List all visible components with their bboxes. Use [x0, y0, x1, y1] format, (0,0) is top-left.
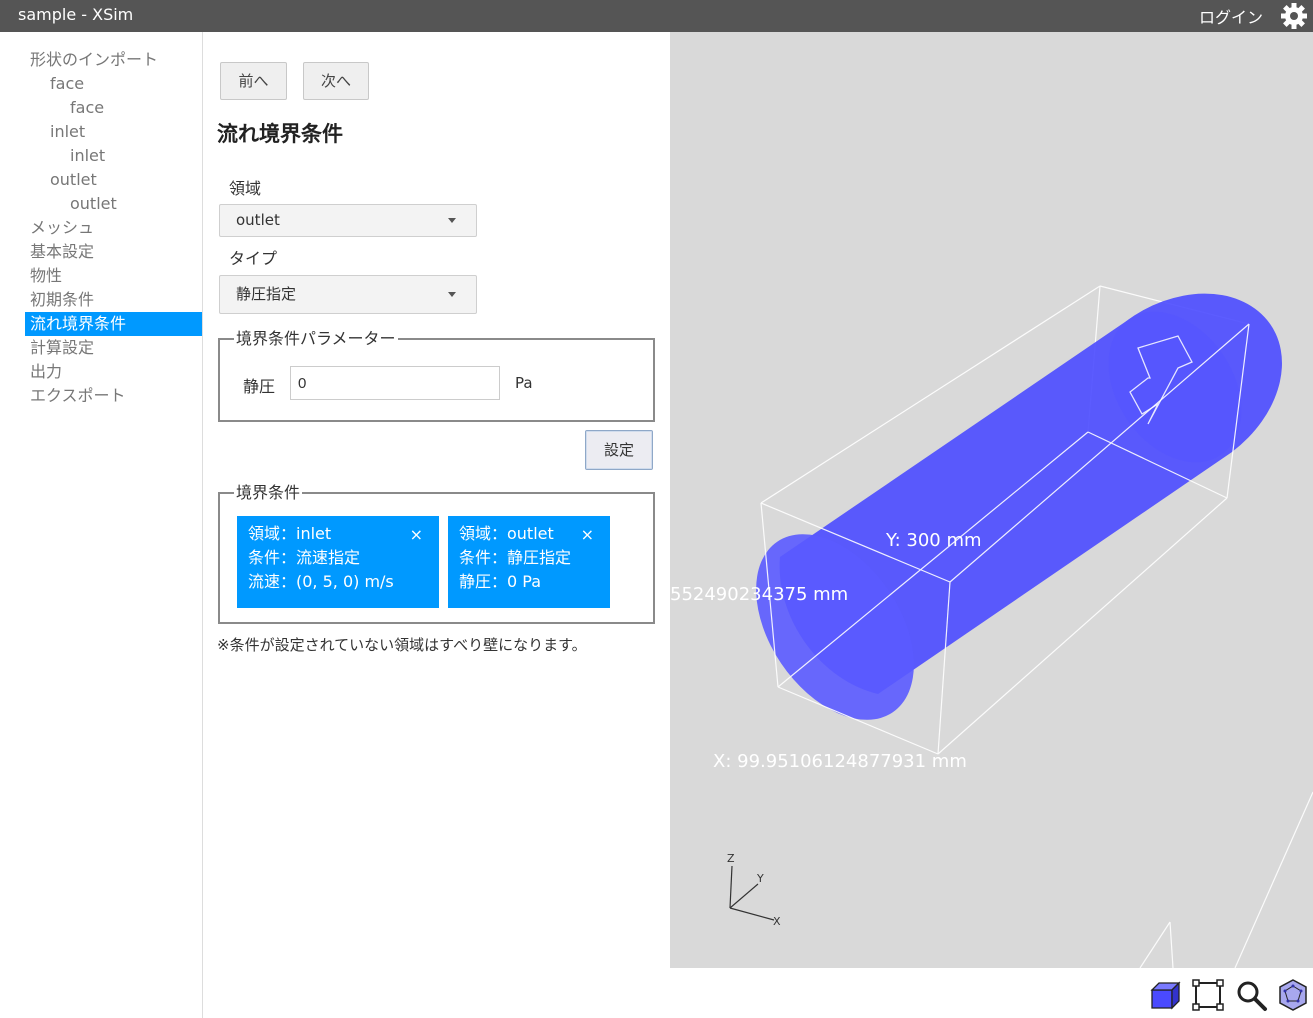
app-title: sample - XSim	[18, 5, 134, 24]
close-icon[interactable]: ×	[581, 523, 594, 547]
card-condition: 条件：静圧指定	[459, 548, 572, 567]
conditions-legend: 境界条件	[234, 483, 303, 503]
pressure-input[interactable]	[290, 366, 500, 400]
sidebar-item-inlet-group[interactable]: inlet	[25, 120, 202, 144]
sidebar-item-outlet[interactable]: outlet	[25, 192, 202, 216]
condition-card-inlet[interactable]: 領域：inlet 条件：流速指定 流速：(0, 5, 0) m/s ×	[237, 516, 439, 608]
sidebar-item-calc-settings[interactable]: 計算設定	[25, 336, 202, 360]
region-label: 領域	[229, 179, 262, 198]
x-dimension-label: X: 99.95106124877931 mm	[713, 751, 967, 772]
card-value: 静圧：0 Pa	[459, 572, 542, 591]
axis-y-label: Y	[756, 872, 764, 885]
note-text: ※条件が設定されていない領域はすべり壁になります。	[217, 636, 587, 654]
z-dimension-label: 552490234375 mm	[670, 584, 848, 605]
sidebar-item-shape-import[interactable]: 形状のインポート	[25, 48, 202, 72]
fit-view-icon[interactable]	[1191, 978, 1225, 1012]
type-label: タイプ	[229, 249, 278, 268]
sidebar-item-export[interactable]: エクスポート	[25, 384, 202, 408]
sidebar-item-basic-settings[interactable]: 基本設定	[25, 240, 202, 264]
pressure-unit: Pa	[515, 374, 533, 392]
axis-z-label: Z	[727, 852, 735, 865]
condition-card-outlet[interactable]: 領域：outlet 条件：静圧指定 静圧：0 Pa ×	[448, 516, 610, 608]
sidebar-item-output[interactable]: 出力	[25, 360, 202, 384]
sidebar-item-initial-conditions[interactable]: 初期条件	[25, 288, 202, 312]
sidebar-item-mesh[interactable]: メッシュ	[25, 216, 202, 240]
y-dimension-label: Y: 300 mm	[885, 530, 982, 551]
viewport-toolbar	[670, 968, 1313, 1018]
chevron-down-icon	[448, 217, 456, 223]
model-canvas[interactable]: Y: 300 mm 552490234375 mm X: 99.95106124…	[670, 32, 1313, 968]
type-select-value: 静圧指定	[236, 285, 297, 303]
3d-viewport[interactable]: Y: 300 mm 552490234375 mm X: 99.95106124…	[670, 32, 1313, 968]
close-icon[interactable]: ×	[410, 523, 423, 547]
page-title: 流れ境界条件	[217, 122, 343, 146]
type-select[interactable]: 静圧指定	[219, 275, 477, 314]
sidebar-item-flow-boundary[interactable]: 流れ境界条件	[25, 312, 202, 336]
title-bar: sample - XSim ログイン	[0, 0, 1313, 32]
axis-x-label: X	[773, 915, 781, 928]
sidebar-item-face-group[interactable]: face	[25, 72, 202, 96]
login-link[interactable]: ログイン	[1199, 4, 1263, 28]
conditions-fieldset: 境界条件 領域：inlet 条件：流速指定 流速：(0, 5, 0) m/s ×…	[218, 483, 655, 624]
sidebar: 形状のインポート face face inlet inlet outlet ou…	[0, 32, 203, 1018]
card-value: 流速：(0, 5, 0) m/s	[248, 572, 394, 591]
params-fieldset: 境界条件パラメーター 静圧 Pa	[218, 329, 655, 422]
pressure-label: 静圧	[243, 377, 276, 396]
card-condition: 条件：流速指定	[248, 548, 361, 567]
settings-panel: 前へ 次へ 流れ境界条件 領域 outlet タイプ 静圧指定 境界条件パラメー…	[203, 32, 670, 1018]
axes-indicator	[729, 865, 775, 921]
set-button[interactable]: 設定	[585, 430, 653, 470]
sidebar-item-properties[interactable]: 物性	[25, 264, 202, 288]
sidebar-item-inlet[interactable]: inlet	[25, 144, 202, 168]
region-select[interactable]: outlet	[219, 204, 477, 237]
polyhedron-icon[interactable]	[1276, 978, 1310, 1012]
next-button[interactable]: 次へ	[303, 62, 369, 100]
params-legend: 境界条件パラメーター	[234, 329, 398, 349]
zoom-icon[interactable]	[1234, 978, 1268, 1012]
gear-icon[interactable]	[1279, 1, 1309, 31]
sidebar-item-face[interactable]: face	[25, 96, 202, 120]
sidebar-item-outlet-group[interactable]: outlet	[25, 168, 202, 192]
cube-view-icon[interactable]	[1148, 978, 1182, 1012]
chevron-down-icon	[448, 291, 456, 297]
cylinder-model	[756, 293, 1282, 720]
prev-button[interactable]: 前へ	[220, 62, 287, 100]
region-select-value: outlet	[236, 211, 280, 229]
